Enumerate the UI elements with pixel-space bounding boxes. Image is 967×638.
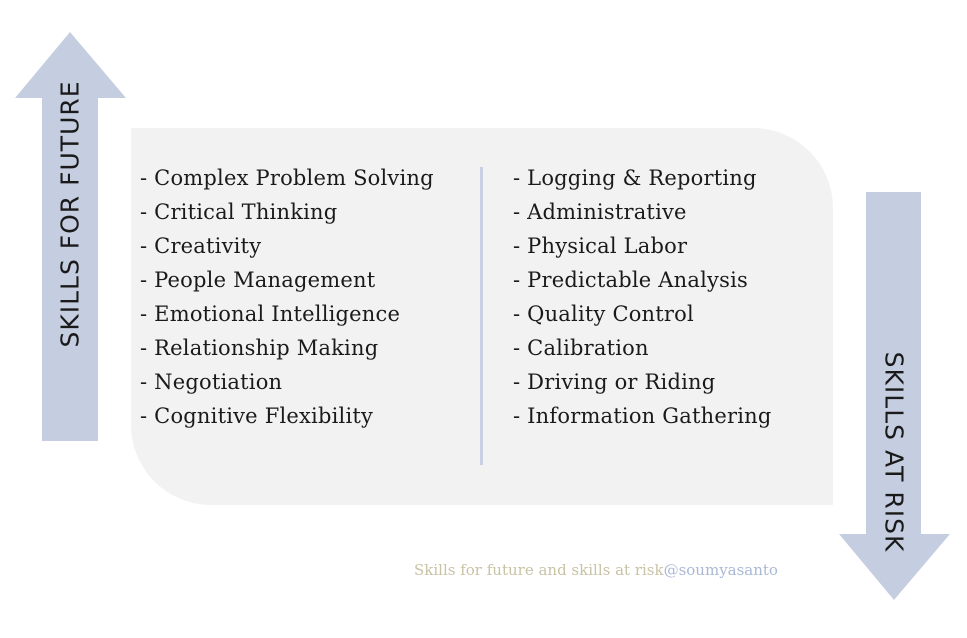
risk-skill-item: - Physical Labor bbox=[513, 234, 688, 258]
caption-text: Skills for future and skills at risk bbox=[414, 561, 664, 579]
caption-handle: @soumyasanto bbox=[663, 561, 778, 579]
future-skills-list: - Complex Problem Solving - Critical Thi… bbox=[140, 161, 434, 433]
risk-skill-item: - Logging & Reporting bbox=[513, 166, 757, 190]
future-skill-item: - Complex Problem Solving bbox=[140, 166, 434, 190]
future-skill-item: - People Management bbox=[140, 268, 376, 292]
caption: Skills for future and skills at risk@sou… bbox=[414, 561, 778, 579]
skills-for-future-label: SKILLS FOR FUTURE bbox=[55, 80, 85, 348]
future-skill-item: - Creativity bbox=[140, 234, 262, 258]
future-skill-item: - Negotiation bbox=[140, 370, 283, 394]
future-skill-item: - Emotional Intelligence bbox=[140, 302, 401, 326]
risk-skill-item: - Calibration bbox=[513, 336, 649, 360]
at-risk-skills-list: - Logging & Reporting - Administrative -… bbox=[513, 161, 772, 433]
future-skill-item: - Relationship Making bbox=[140, 336, 379, 360]
risk-skill-item: - Predictable Analysis bbox=[513, 268, 748, 292]
risk-skill-item: - Administrative bbox=[513, 200, 687, 224]
column-divider bbox=[480, 167, 483, 465]
risk-skill-item: - Driving or Riding bbox=[513, 370, 716, 394]
risk-skill-item: - Information Gathering bbox=[513, 404, 772, 428]
risk-skill-item: - Quality Control bbox=[513, 302, 694, 326]
skills-at-risk-label: SKILLS AT RISK bbox=[879, 351, 909, 553]
future-skill-item: - Critical Thinking bbox=[140, 200, 338, 224]
future-skill-item: - Cognitive Flexibility bbox=[140, 404, 374, 428]
